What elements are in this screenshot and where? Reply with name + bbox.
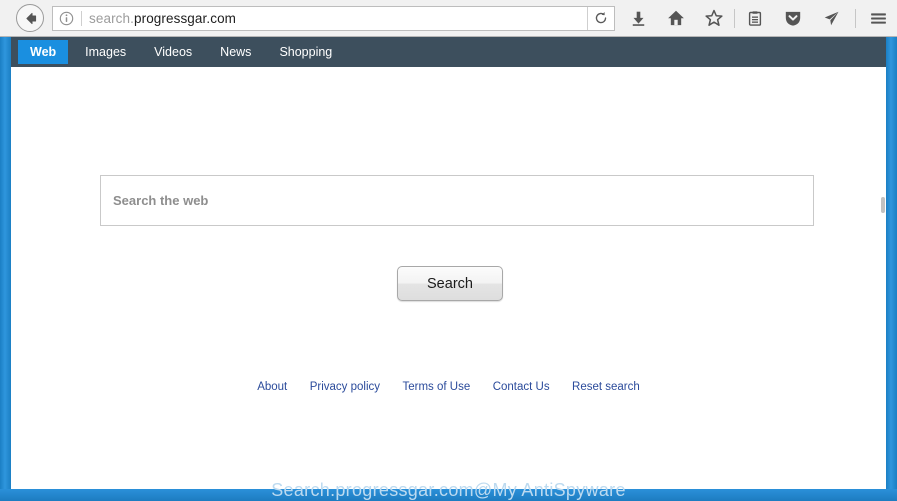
page-viewport: Web Images Videos News Shopping Search A… bbox=[0, 37, 897, 501]
url-prefix: search. bbox=[89, 10, 134, 26]
page-scrollbar-thumb[interactable] bbox=[881, 197, 885, 213]
nav-item-web[interactable]: Web bbox=[18, 39, 69, 65]
bottom-border-band bbox=[0, 489, 897, 501]
nav-item-images[interactable]: Images bbox=[74, 40, 137, 64]
footer-link-about[interactable]: About bbox=[257, 381, 287, 393]
footer-links: About Privacy policy Terms of Use Contac… bbox=[11, 377, 886, 395]
nav-item-news[interactable]: News bbox=[209, 40, 262, 64]
footer-link-reset-search[interactable]: Reset search bbox=[572, 381, 640, 393]
info-icon[interactable] bbox=[59, 11, 74, 26]
url-bar[interactable]: search.progressgar.com bbox=[52, 5, 615, 31]
bookmark-button[interactable] bbox=[695, 3, 733, 33]
footer-link-contact-us[interactable]: Contact Us bbox=[493, 381, 550, 393]
reload-button[interactable] bbox=[587, 6, 614, 30]
library-button[interactable] bbox=[736, 3, 774, 33]
home-icon bbox=[668, 10, 684, 26]
send-page-icon bbox=[824, 11, 839, 25]
library-icon bbox=[748, 10, 762, 26]
search-input[interactable] bbox=[100, 175, 814, 226]
pocket-button[interactable] bbox=[774, 3, 812, 33]
download-icon bbox=[632, 11, 644, 26]
menu-hamburger-icon bbox=[870, 12, 886, 24]
home-button[interactable] bbox=[657, 3, 695, 33]
send-page-button[interactable] bbox=[812, 3, 850, 33]
url-text: search.progressgar.com bbox=[89, 11, 587, 26]
site-navigation: Web Images Videos News Shopping bbox=[10, 37, 886, 67]
url-domain: progressgar.com bbox=[133, 10, 237, 26]
left-border-band bbox=[0, 37, 11, 501]
site-content: Search About Privacy policy Terms of Use… bbox=[11, 67, 886, 489]
browser-toolbar-icons bbox=[619, 0, 897, 37]
download-button[interactable] bbox=[619, 3, 657, 33]
footer-link-terms-of-use[interactable]: Terms of Use bbox=[402, 381, 470, 393]
nav-item-shopping[interactable]: Shopping bbox=[268, 40, 343, 64]
toolbar-separator-menu bbox=[855, 8, 856, 28]
browser-toolbar: search.progressgar.com bbox=[0, 0, 897, 37]
nav-item-videos[interactable]: Videos bbox=[143, 40, 203, 64]
bookmark-star-icon bbox=[705, 9, 723, 26]
menu-button[interactable] bbox=[859, 3, 897, 33]
toolbar-separator bbox=[734, 8, 735, 28]
reload-icon bbox=[595, 12, 607, 24]
back-button[interactable] bbox=[16, 4, 44, 32]
search-button[interactable]: Search bbox=[397, 266, 503, 301]
back-arrow-icon bbox=[25, 12, 36, 24]
footer-link-privacy-policy[interactable]: Privacy policy bbox=[310, 381, 380, 393]
url-divider bbox=[81, 10, 82, 26]
right-border-band bbox=[886, 37, 897, 501]
pocket-shield-icon bbox=[785, 11, 801, 26]
